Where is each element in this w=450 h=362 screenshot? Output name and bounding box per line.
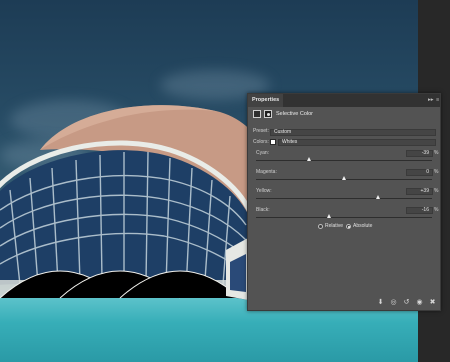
adjustment-title: Selective Color xyxy=(276,111,313,117)
relative-label: Relative xyxy=(325,223,344,229)
absolute-label: Absolute xyxy=(353,223,373,229)
adjustment-layer-icon xyxy=(253,110,261,118)
relative-radio[interactable] xyxy=(318,224,323,229)
black-percent-label: % xyxy=(434,207,439,213)
black-slider-thumb[interactable] xyxy=(327,214,332,218)
yellow-slider-track[interactable] xyxy=(256,198,432,199)
clip-to-layer-icon[interactable]: ⬇ xyxy=(377,299,384,306)
magenta-label: Magenta: xyxy=(256,169,277,175)
magenta-slider-thumb[interactable] xyxy=(341,176,346,180)
black-label: Black: xyxy=(256,207,270,213)
preset-label: Preset: xyxy=(253,128,269,134)
layer-mask-icon[interactable] xyxy=(264,110,272,118)
yellow-label: Yellow: xyxy=(256,188,272,194)
tab-properties[interactable]: Properties xyxy=(248,94,284,107)
colors-label: Colors: xyxy=(253,139,269,145)
magenta-percent-label: % xyxy=(434,169,439,175)
yellow-percent-label: % xyxy=(434,188,439,194)
colors-dropdown[interactable]: Whites ⌵ xyxy=(278,139,436,146)
reset-icon[interactable]: ↺ xyxy=(403,299,410,306)
panel-titlebar[interactable]: Properties ▸▸ ≡ xyxy=(248,94,440,107)
panel-menu-icon[interactable]: ≡ xyxy=(436,94,439,107)
cyan-slider-thumb[interactable] xyxy=(307,157,312,161)
color-swatch xyxy=(270,139,276,145)
view-previous-state-icon[interactable]: ◎ xyxy=(390,299,397,306)
properties-panel: Properties ▸▸ ≡ Selective Color Preset: … xyxy=(247,93,441,311)
cyan-value-field[interactable]: -39 xyxy=(406,150,433,157)
panel-bottom-bar: ⬇ ◎ ↺ ◉ ✖ xyxy=(248,296,440,310)
yellow-slider-thumb[interactable] xyxy=(375,195,380,199)
collapse-panel-icon[interactable]: ▸▸ xyxy=(428,94,434,107)
delete-icon[interactable]: ✖ xyxy=(429,299,436,306)
cyan-percent-label: % xyxy=(434,150,439,156)
yellow-value-field[interactable]: +39 xyxy=(406,188,433,195)
preset-dropdown[interactable]: Custom ⌵ xyxy=(270,129,436,136)
toggle-visibility-icon[interactable]: ◉ xyxy=(416,299,423,306)
cyan-slider-track[interactable] xyxy=(256,160,432,161)
black-slider-track[interactable] xyxy=(256,217,432,218)
chevron-down-icon: ⌵ xyxy=(282,139,286,145)
black-value-field[interactable]: -16 xyxy=(406,207,433,214)
absolute-radio[interactable] xyxy=(346,224,351,229)
chevron-down-icon: ⌵ xyxy=(274,129,278,135)
cyan-label: Cyan: xyxy=(256,150,270,156)
magenta-value-field[interactable]: 0 xyxy=(406,169,433,176)
